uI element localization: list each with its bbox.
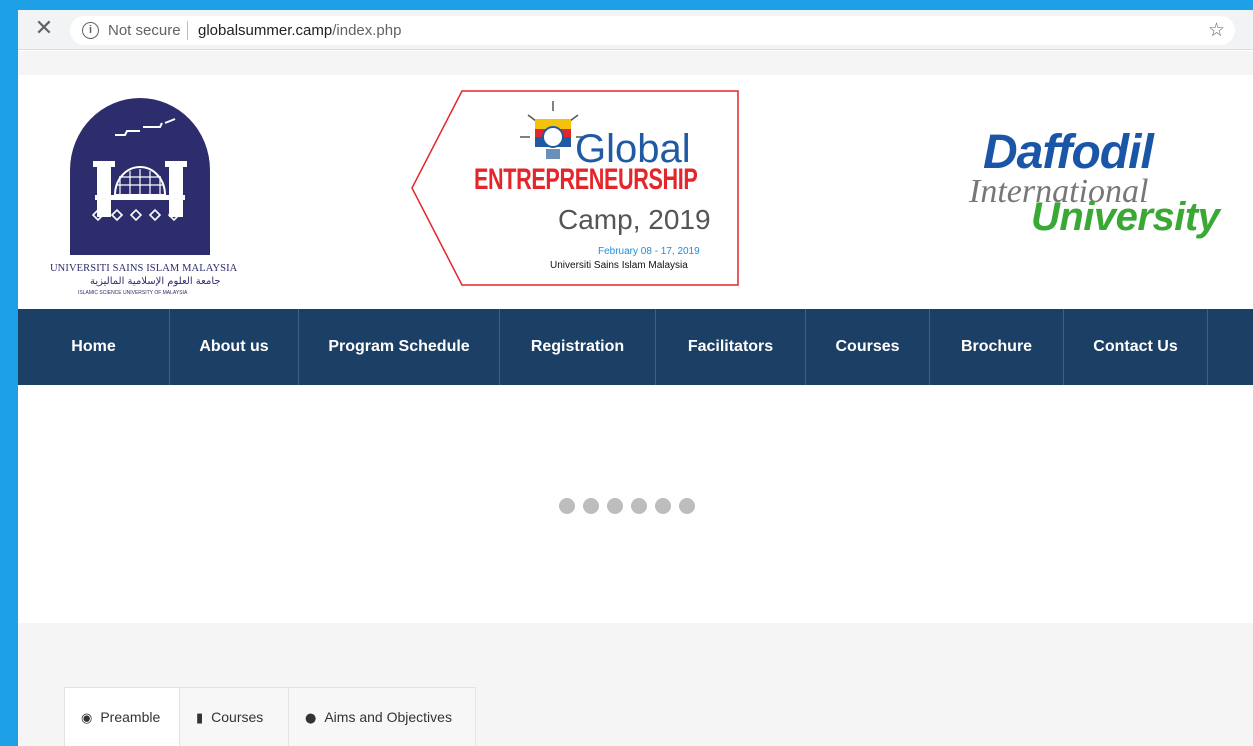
divider: [187, 21, 188, 40]
tab-label: Preamble: [100, 709, 161, 725]
nav-courses[interactable]: Courses: [806, 309, 930, 385]
tab-preamble[interactable]: ◉ Preamble: [64, 687, 180, 746]
close-icon[interactable]: ✕: [32, 17, 56, 41]
info-icon[interactable]: i: [82, 22, 99, 39]
loading-dot: [559, 498, 575, 514]
security-label: Not secure: [108, 22, 181, 39]
usim-arabic-name: جامعة العلوم الإسلامية الماليزية: [90, 276, 221, 287]
nav-registration[interactable]: Registration: [500, 309, 656, 385]
gec-date: February 08 - 17, 2019: [598, 246, 700, 257]
gec-banner[interactable]: Global ENTREPRENEURSHIP Camp, 2019 Febru…: [410, 89, 740, 287]
book-icon: ▮: [196, 711, 204, 726]
slider-area: [18, 385, 1253, 623]
usim-logo[interactable]: UNIVERSITI SAINS ISLAM MALAYSIA جامعة ال…: [50, 95, 237, 296]
nav-contact-us[interactable]: Contact Us: [1064, 309, 1208, 385]
web-page: UNIVERSITI SAINS ISLAM MALAYSIA جامعة ال…: [18, 51, 1253, 746]
url-host: globalsummer.camp: [198, 22, 333, 39]
url-text[interactable]: globalsummer.camp/index.php: [198, 22, 401, 39]
usim-name: UNIVERSITI SAINS ISLAM MALAYSIA: [50, 263, 238, 274]
browser-toolbar: ✕ i Not secure globalsummer.camp/index.p…: [18, 10, 1253, 50]
top-strip: [18, 51, 1253, 75]
gec-entrepreneurship-text: ENTREPRENEURSHIP: [474, 163, 698, 196]
loading-dot: [607, 498, 623, 514]
loading-dot: [655, 498, 671, 514]
loading-dot: [679, 498, 695, 514]
url-path: /index.php: [332, 22, 402, 39]
gec-university: Universiti Sains Islam Malaysia: [550, 260, 688, 271]
loading-dot: [631, 498, 647, 514]
gec-camp-text: Camp, 2019: [558, 204, 711, 235]
loading-dots: [559, 498, 703, 514]
nav-facilitators[interactable]: Facilitators: [656, 309, 806, 385]
nav-brochure[interactable]: Brochure: [930, 309, 1064, 385]
globe-icon: ●: [305, 711, 317, 726]
usim-crest-icon: [70, 98, 210, 255]
tab-courses[interactable]: ▮ Courses: [179, 687, 289, 746]
loading-dot: [583, 498, 599, 514]
usim-english-name: ISLAMIC SCIENCE UNIVERSITY OF MALAYSIA: [78, 290, 188, 296]
main-nav: Home About us Program Schedule Registrat…: [18, 309, 1253, 385]
browser-window: ✕ i Not secure globalsummer.camp/index.p…: [18, 10, 1253, 746]
daffodil-line3: University: [1031, 195, 1220, 239]
content-section: ◉ Preamble ▮ Courses ● Aims and Objectives: [18, 623, 1253, 746]
tab-aims-and-objectives[interactable]: ● Aims and Objectives: [288, 687, 476, 746]
tab-label: Aims and Objectives: [324, 709, 452, 725]
daffodil-logo[interactable]: Daffodil International University: [963, 125, 1253, 265]
site-header: UNIVERSITI SAINS ISLAM MALAYSIA جامعة ال…: [18, 75, 1253, 309]
nav-program-schedule[interactable]: Program Schedule: [299, 309, 500, 385]
nav-about-us[interactable]: About us: [170, 309, 299, 385]
dot-circle-icon: ◉: [81, 711, 93, 726]
nav-home[interactable]: Home: [18, 309, 170, 385]
tab-label: Courses: [211, 709, 264, 725]
address-bar[interactable]: i Not secure globalsummer.camp/index.php…: [70, 16, 1235, 45]
bookmark-star-icon[interactable]: ☆: [1208, 19, 1225, 41]
daffodil-line1: Daffodil: [983, 126, 1154, 179]
